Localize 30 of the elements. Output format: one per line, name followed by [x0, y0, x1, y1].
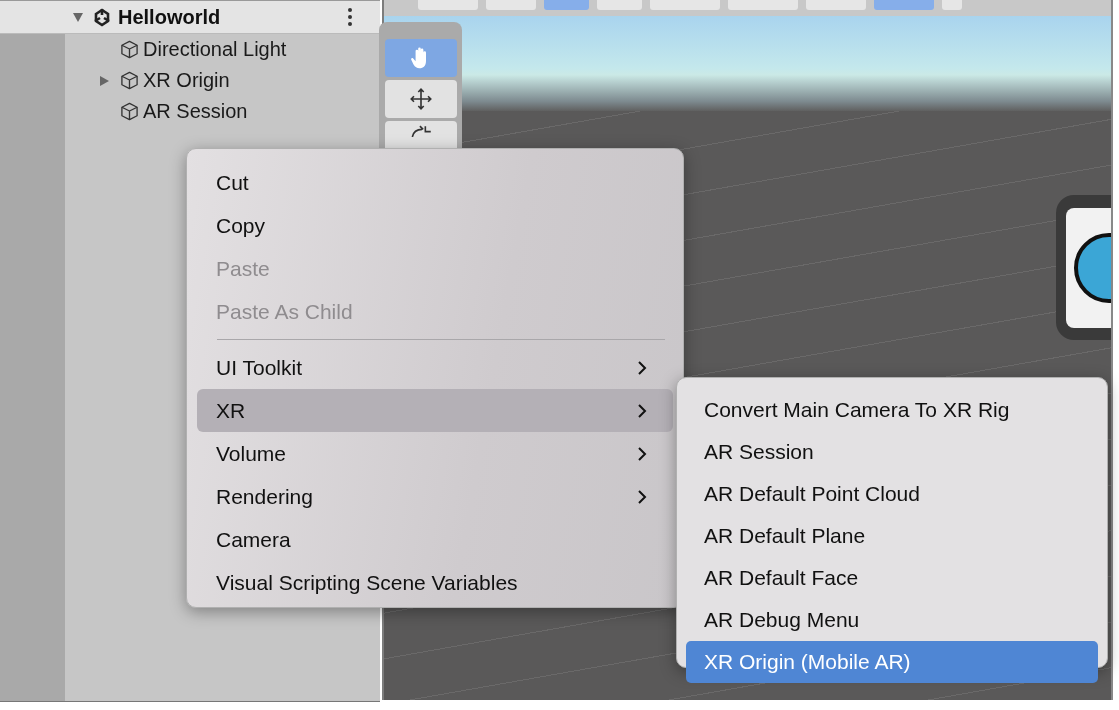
submenu-item[interactable]: AR Debug Menu	[686, 599, 1098, 641]
menu-item-label: Rendering	[216, 484, 313, 509]
submenu-item[interactable]: AR Default Point Cloud	[686, 473, 1098, 515]
scene-header-row[interactable]: Helloworld	[0, 1, 380, 34]
menu-item[interactable]: XR	[197, 389, 673, 432]
menu-item[interactable]: Visual Scripting Scene Variables	[197, 561, 673, 604]
menu-item-label: Paste As Child	[216, 299, 353, 324]
submenu-item[interactable]: XR Origin (Mobile AR)	[686, 641, 1098, 683]
menu-item[interactable]: Copy	[197, 204, 673, 247]
submenu-item[interactable]: Convert Main Camera To XR Rig	[686, 389, 1098, 431]
menu-item-label: Volume	[216, 441, 287, 466]
menu-item-label: Camera	[216, 527, 291, 552]
menu-item-label: Copy	[216, 213, 266, 238]
menu-item[interactable]: Rendering	[197, 475, 673, 518]
hierarchy-item[interactable]: AR Session	[143, 100, 248, 123]
submenu-item[interactable]: AR Session	[686, 431, 1098, 473]
submenu-item[interactable]: AR Default Face	[686, 557, 1098, 599]
menu-item[interactable]: UI Toolkit	[197, 346, 673, 389]
submenu-item[interactable]: AR Default Plane	[686, 515, 1098, 557]
menu-item-label: Paste	[216, 256, 270, 281]
menu-item[interactable]: Volume	[197, 432, 673, 475]
menu-item-label: Visual Scripting Scene Variables	[216, 570, 518, 595]
menu-item-label: XR	[216, 398, 246, 423]
menu-item[interactable]: Camera	[197, 518, 673, 561]
hierarchy-item[interactable]: Directional Light	[143, 38, 287, 61]
menu-item-label: Cut	[216, 170, 249, 195]
menu-item-label: UI Toolkit	[216, 355, 302, 380]
scene-name: Helloworld	[118, 5, 222, 29]
menu-item[interactable]: Cut	[197, 161, 673, 204]
hierarchy-item[interactable]: XR Origin	[143, 69, 230, 92]
